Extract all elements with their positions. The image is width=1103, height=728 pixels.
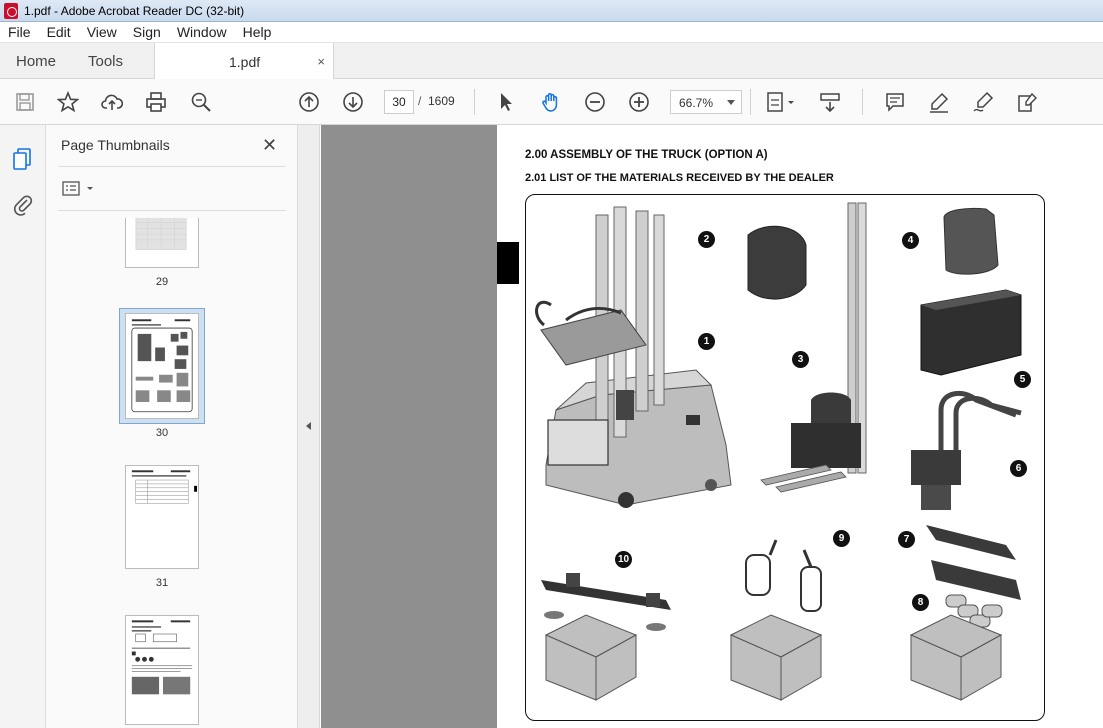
- left-navigation-rail: [0, 125, 46, 728]
- menu-help[interactable]: Help: [235, 24, 280, 40]
- tab-close-icon[interactable]: ×: [317, 54, 325, 69]
- chevron-left-icon: [306, 422, 311, 430]
- highlight-pen-icon[interactable]: [927, 90, 951, 114]
- panel-collapse-handle[interactable]: [298, 125, 320, 728]
- menu-file[interactable]: File: [0, 24, 39, 40]
- page-thumbnail[interactable]: [125, 615, 199, 725]
- tab-document[interactable]: 1.pdf ×: [154, 43, 334, 80]
- page-thumbnail[interactable]: [125, 218, 199, 268]
- menu-edit[interactable]: Edit: [39, 24, 79, 40]
- page-fit-icon[interactable]: [764, 90, 798, 114]
- window-title: 1.pdf - Adobe Acrobat Reader DC (32-bit): [24, 3, 245, 18]
- cloud-upload-icon[interactable]: [100, 90, 124, 114]
- thumbnail-list: 29 30 31: [46, 218, 276, 728]
- callout-6: 6: [1010, 460, 1027, 477]
- callout-10: 10: [615, 551, 632, 568]
- page-thumbnail-selected[interactable]: [125, 313, 199, 419]
- thumbnail-panel: Page Thumbnails ✕ 29 30 31: [46, 125, 336, 728]
- callout-8: 8: [912, 594, 929, 611]
- bookmark-star-icon[interactable]: [56, 90, 80, 114]
- tab-tools[interactable]: Tools: [88, 43, 123, 79]
- callout-3: 3: [792, 351, 809, 368]
- print-icon[interactable]: [144, 90, 168, 114]
- zoom-level-select[interactable]: 66.7%: [670, 90, 742, 114]
- toolbar-divider: [862, 89, 863, 115]
- menu-sign[interactable]: Sign: [125, 24, 169, 40]
- window-title-bar: 1.pdf - Adobe Acrobat Reader DC (32-bit): [0, 0, 1103, 22]
- document-view[interactable]: 2.00 ASSEMBLY OF THE TRUCK (OPTION A) 2.…: [321, 125, 1103, 728]
- divider: [58, 166, 286, 167]
- divider: [58, 210, 286, 211]
- zoom-out-icon[interactable]: [583, 90, 607, 114]
- acrobat-app-icon: [4, 2, 18, 19]
- chevron-down-icon: [727, 100, 735, 105]
- zoom-value: 66.7%: [679, 96, 714, 110]
- fill-sign-icon[interactable]: [1015, 90, 1039, 114]
- main-toolbar: 30 / 1609 66.7%: [0, 79, 1103, 125]
- close-icon[interactable]: ✕: [262, 135, 277, 156]
- callout-4: 4: [902, 232, 919, 249]
- save-icon[interactable]: [13, 90, 37, 114]
- scroll-mode-icon[interactable]: [818, 90, 842, 114]
- thumbnail-page-label: 30: [155, 427, 169, 439]
- materials-figure: 1 2 3 4 5 6 7 8 9 10: [525, 194, 1045, 721]
- menu-view[interactable]: View: [79, 24, 125, 40]
- thumbnail-page-label: 29: [155, 276, 169, 288]
- brackets-illustration: [926, 525, 1021, 628]
- battery-illustration: [920, 289, 1022, 376]
- page-edge-marker: [497, 242, 519, 284]
- sign-pen-icon[interactable]: [971, 90, 995, 114]
- section-heading: 2.00 ASSEMBLY OF THE TRUCK (OPTION A): [525, 149, 768, 161]
- thumbnail-page-label: 31: [155, 577, 169, 589]
- truck-illustration: [535, 206, 732, 508]
- page-number-input[interactable]: 30: [384, 90, 414, 114]
- callout-7: 7: [898, 531, 915, 548]
- callout-1: 1: [698, 333, 715, 350]
- next-page-icon[interactable]: [341, 90, 365, 114]
- subsection-heading: 2.01 LIST OF THE MATERIALS RECEIVED BY T…: [525, 172, 834, 184]
- zoom-in-icon[interactable]: [627, 90, 651, 114]
- page-thumbnail[interactable]: [125, 465, 199, 569]
- toolbar-divider: [750, 89, 751, 115]
- attachment-paperclip-icon[interactable]: [12, 193, 34, 217]
- bar-illustration: [541, 573, 671, 631]
- pdf-page: 2.00 ASSEMBLY OF THE TRUCK (OPTION A) 2.…: [497, 125, 1103, 728]
- tab-home[interactable]: Home: [16, 43, 56, 79]
- tab-document-name: 1.pdf: [229, 53, 261, 70]
- comment-icon[interactable]: [883, 90, 907, 114]
- thumbnail-options-menu[interactable]: [62, 180, 102, 198]
- hand-pan-icon[interactable]: [539, 90, 563, 114]
- handle-illustration: [911, 390, 1022, 510]
- toolbar-divider: [474, 89, 475, 115]
- materials-illustration: [535, 202, 1022, 701]
- panel-title: Page Thumbnails: [61, 137, 170, 153]
- page-thumbnails-icon[interactable]: [12, 147, 34, 171]
- select-cursor-icon[interactable]: [494, 90, 518, 114]
- callout-9: 9: [833, 530, 850, 547]
- page-separator: /: [418, 94, 422, 108]
- callout-2: 2: [698, 231, 715, 248]
- mirrors-illustration: [745, 539, 822, 612]
- previous-page-icon[interactable]: [297, 90, 321, 114]
- menu-bar: File Edit View Sign Window Help: [0, 22, 1103, 43]
- zoom-search-icon[interactable]: [189, 90, 213, 114]
- page-total: 1609: [428, 94, 455, 108]
- menu-window[interactable]: Window: [169, 24, 235, 40]
- tab-bar: Home Tools 1.pdf ×: [0, 43, 1103, 80]
- callout-5: 5: [1014, 371, 1031, 388]
